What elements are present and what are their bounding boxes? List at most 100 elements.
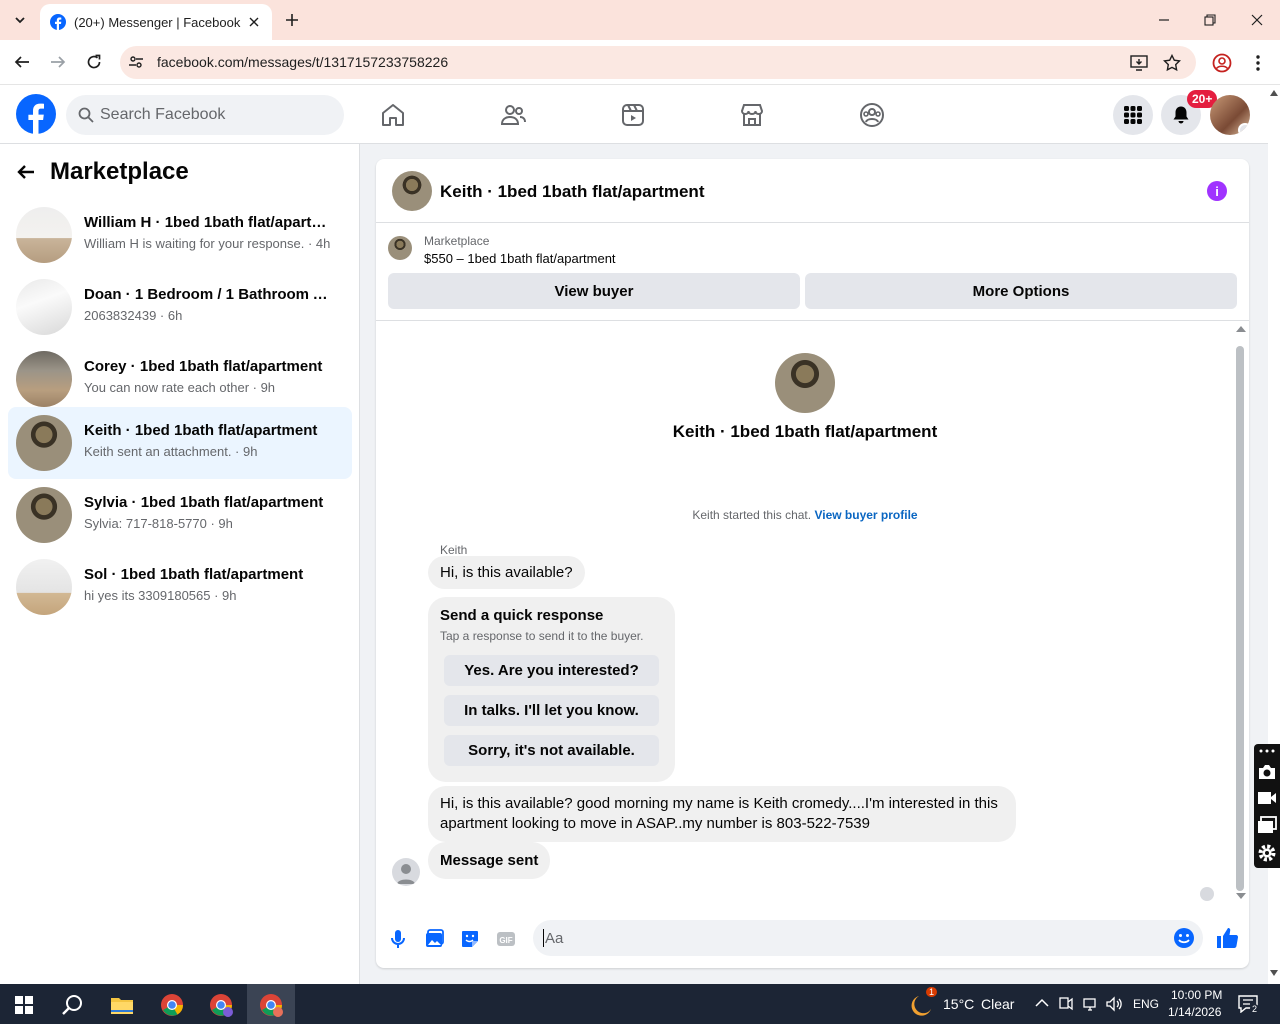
friends-icon[interactable] bbox=[499, 101, 527, 129]
quick-response-heading: Send a quick response bbox=[440, 607, 604, 624]
facebook-logo-icon[interactable] bbox=[16, 94, 56, 134]
site-settings-icon[interactable] bbox=[128, 54, 144, 70]
conversation-item-corey[interactable]: Corey · 1bed 1bath flat/apartment You ca… bbox=[8, 343, 352, 415]
chat-started-notice: Keith started this chat. View buyer prof… bbox=[376, 508, 1234, 522]
weather-description[interactable]: Clear bbox=[981, 996, 1014, 1012]
quick-response-option-unavailable[interactable]: Sorry, it's not available. bbox=[444, 735, 659, 766]
conversation-name: Keith · 1bed 1bath flat/apartment bbox=[84, 422, 318, 439]
view-buyer-button[interactable]: View buyer bbox=[388, 273, 800, 309]
panel-title: Marketplace bbox=[50, 158, 189, 185]
photo-icon[interactable] bbox=[423, 928, 445, 950]
window-capture-icon[interactable] bbox=[1257, 816, 1277, 834]
message-bubble[interactable]: Hi, is this available? good morning my n… bbox=[428, 786, 1016, 842]
info-icon[interactable]: i bbox=[1207, 181, 1227, 201]
more-horizontal-icon[interactable] bbox=[1258, 747, 1276, 755]
weather-temp[interactable]: 15°C bbox=[943, 996, 974, 1012]
menu-button[interactable] bbox=[1113, 95, 1153, 135]
message-bubble[interactable]: Hi, is this available? bbox=[428, 556, 585, 589]
message-composer: GIF Aa bbox=[376, 910, 1249, 968]
taskbar-search-button[interactable] bbox=[57, 990, 87, 1020]
gif-icon[interactable]: GIF bbox=[495, 928, 517, 950]
new-tab-button[interactable] bbox=[282, 10, 302, 30]
arrow-left-icon[interactable] bbox=[16, 162, 36, 182]
clock-date[interactable]: 1/14/2026 bbox=[1168, 1005, 1221, 1019]
profile-icon[interactable] bbox=[1212, 53, 1232, 73]
restore-button[interactable] bbox=[1187, 0, 1233, 40]
minimize-button[interactable] bbox=[1141, 0, 1187, 40]
chevron-up-icon[interactable] bbox=[1035, 998, 1049, 1008]
message-thread: Keith · 1bed 1bath flat/apartment Keith … bbox=[376, 322, 1249, 902]
conversation-item-keith[interactable]: Keith · 1bed 1bath flat/apartment Keith … bbox=[8, 407, 352, 479]
message-bubble[interactable]: Message sent bbox=[428, 842, 551, 879]
file-explorer-button[interactable] bbox=[107, 990, 137, 1020]
window-close-button[interactable] bbox=[1234, 0, 1280, 40]
bookmark-star-icon[interactable] bbox=[1163, 54, 1181, 72]
conversation-preview: Keith sent an attachment. · 9h bbox=[84, 444, 258, 459]
sender-avatar[interactable] bbox=[392, 858, 420, 886]
conversation-preview: 2063832439 · 6h bbox=[84, 308, 183, 323]
start-button[interactable] bbox=[9, 990, 39, 1020]
clock-time[interactable]: 10:00 PM bbox=[1171, 988, 1222, 1002]
quick-response-option-talks[interactable]: In talks. I'll let you know. bbox=[444, 695, 659, 726]
plus-icon bbox=[286, 14, 298, 26]
quick-response-option-yes[interactable]: Yes. Are you interested? bbox=[444, 655, 659, 686]
scroll-down-arrow-icon[interactable] bbox=[1270, 970, 1278, 976]
video-icon[interactable] bbox=[619, 101, 647, 129]
listing-title[interactable]: $550 – 1bed 1bath flat/apartment bbox=[424, 251, 616, 266]
scroll-up-arrow-icon[interactable] bbox=[1270, 90, 1278, 96]
scroll-thumb[interactable] bbox=[1236, 346, 1244, 891]
scroll-down-arrow-icon[interactable] bbox=[1236, 893, 1246, 899]
view-buyer-profile-link[interactable]: View buyer profile bbox=[814, 508, 917, 522]
tab-close-button[interactable] bbox=[246, 14, 262, 30]
reload-button[interactable] bbox=[84, 52, 104, 72]
scroll-up-arrow-icon[interactable] bbox=[1236, 326, 1246, 332]
conversation-item-sylvia[interactable]: Sylvia · 1bed 1bath flat/apartment Sylvi… bbox=[8, 479, 352, 551]
forward-button[interactable] bbox=[48, 52, 68, 72]
tab-search-button[interactable] bbox=[8, 8, 32, 32]
meet-now-icon[interactable] bbox=[1059, 996, 1073, 1012]
account-avatar[interactable] bbox=[1210, 95, 1250, 135]
bell-icon bbox=[1173, 106, 1189, 124]
panel-header: Marketplace bbox=[16, 156, 189, 188]
address-bar[interactable]: facebook.com/messages/t/1317157233758226 bbox=[120, 46, 1196, 79]
windows-logo-icon bbox=[15, 996, 33, 1014]
sticker-icon[interactable] bbox=[459, 928, 481, 950]
conversation-item-sol[interactable]: Sol · 1bed 1bath flat/apartment hi yes i… bbox=[8, 551, 352, 623]
conversation-item-william[interactable]: William H · 1bed 1bath flat/apartm... Wi… bbox=[8, 199, 352, 271]
gear-icon[interactable] bbox=[1257, 843, 1277, 863]
groups-icon[interactable] bbox=[858, 101, 886, 129]
back-button[interactable] bbox=[12, 52, 32, 72]
facebook-search-input[interactable]: Search Facebook bbox=[66, 95, 344, 135]
tab-title: (20+) Messenger | Facebook bbox=[74, 14, 241, 30]
video-record-icon[interactable] bbox=[1257, 790, 1277, 806]
conversation-name: Doan · 1 Bedroom / 1 Bathroom A... bbox=[84, 286, 334, 303]
chrome-taskbar-button-3[interactable] bbox=[256, 990, 286, 1020]
marketplace-chat-list: Marketplace William H · 1bed 1bath flat/… bbox=[0, 144, 360, 984]
chat-avatar[interactable] bbox=[392, 171, 432, 211]
arrow-right-icon bbox=[51, 56, 66, 68]
more-vertical-icon[interactable] bbox=[1252, 53, 1264, 73]
emoji-icon[interactable] bbox=[1173, 927, 1195, 949]
windows-taskbar: 1 15°C Clear ENG 10:00 PM 1/14/2026 2 bbox=[0, 984, 1280, 1024]
conversation-item-doan[interactable]: Doan · 1 Bedroom / 1 Bathroom A... 20638… bbox=[8, 271, 352, 343]
message-input[interactable]: Aa bbox=[533, 920, 1203, 956]
volume-icon[interactable] bbox=[1106, 996, 1124, 1012]
chrome-taskbar-button-1[interactable] bbox=[157, 990, 187, 1020]
conversation-name: Sylvia · 1bed 1bath flat/apartment bbox=[84, 494, 324, 511]
browser-tab-active[interactable]: (20+) Messenger | Facebook bbox=[40, 4, 272, 40]
marketplace-icon[interactable] bbox=[738, 101, 766, 129]
quick-response-subtitle: Tap a response to send it to the buyer. bbox=[440, 629, 644, 643]
network-icon[interactable] bbox=[1083, 996, 1099, 1012]
chrome-taskbar-button-2[interactable] bbox=[206, 990, 236, 1020]
home-icon[interactable] bbox=[379, 101, 407, 129]
install-app-icon[interactable] bbox=[1130, 54, 1148, 72]
camera-icon[interactable] bbox=[1257, 763, 1277, 781]
microphone-icon[interactable] bbox=[387, 928, 409, 950]
language-indicator[interactable]: ENG bbox=[1133, 997, 1159, 1011]
thumbs-up-icon[interactable] bbox=[1215, 926, 1239, 950]
more-options-button[interactable]: More Options bbox=[805, 273, 1237, 309]
chat-title[interactable]: Keith · 1bed 1bath flat/apartment bbox=[440, 182, 704, 202]
text-caret bbox=[543, 929, 544, 947]
restore-icon bbox=[1204, 14, 1216, 26]
chat-scrollbar[interactable] bbox=[1234, 324, 1249, 899]
